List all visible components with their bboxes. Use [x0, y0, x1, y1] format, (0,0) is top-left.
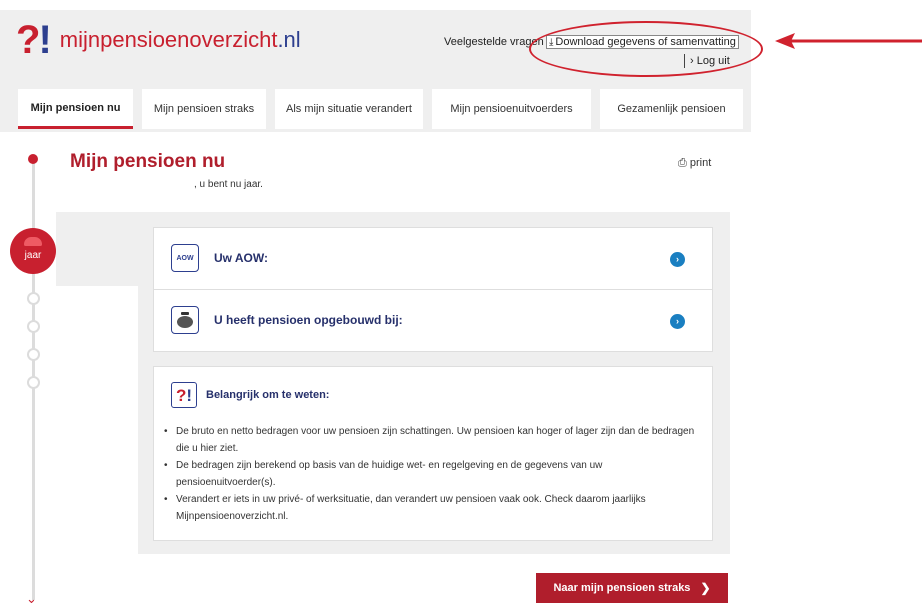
- chevron-right-icon[interactable]: ›: [670, 314, 685, 329]
- aow-icon: AOW: [171, 244, 199, 272]
- print-link[interactable]: ⎙ print: [678, 157, 711, 170]
- timeline-marker-label: jaar: [24, 250, 42, 261]
- chevron-right-icon[interactable]: ›: [670, 252, 685, 267]
- piggy-bank-icon: [171, 306, 199, 334]
- important-info-title: Belangrijk om te weten:: [206, 389, 330, 401]
- timeline-step[interactable]: [27, 348, 40, 361]
- next-pension-later-button[interactable]: Naar mijn pensioen straks ❯: [536, 573, 728, 603]
- important-info-list: De bruto en netto bedragen voor uw pensi…: [164, 423, 699, 525]
- list-item: Verandert er iets in uw privé- of werksi…: [164, 491, 699, 525]
- tab-gezamenlijk-pensioen[interactable]: Gezamenlijk pensioen: [600, 89, 743, 129]
- logout-link[interactable]: › Log uit: [690, 55, 730, 67]
- important-info-card: ?! Belangrijk om te weten: De bruto en n…: [153, 366, 713, 541]
- timeline-step[interactable]: [27, 376, 40, 389]
- tab-mijn-pensioen-straks[interactable]: Mijn pensioen straks: [142, 89, 266, 129]
- download-summary-label: Download gegevens of samenvatting: [555, 36, 736, 48]
- site-logo[interactable]: ?! mijnpensioenoverzicht.nl: [16, 18, 301, 62]
- question-exclamation-icon: ?!: [171, 382, 197, 408]
- timeline-chevron-down-icon: ⌄: [26, 591, 37, 606]
- tab-mijn-pensioen-nu[interactable]: Mijn pensioen nu: [18, 89, 133, 129]
- logout-divider: [684, 54, 685, 68]
- logo-wordmark: mijnpensioenoverzicht.nl: [59, 27, 301, 52]
- timeline-step[interactable]: [27, 320, 40, 333]
- list-item: De bedragen zijn berekend op basis van d…: [164, 457, 699, 491]
- pension-providers-row[interactable]: U heeft pensioen opgebouwd bij: ›: [153, 290, 713, 352]
- logo-mark-icon: ?!: [16, 18, 52, 62]
- faq-link[interactable]: Veelgestelde vragen: [444, 36, 544, 48]
- chevron-right-icon: ❯: [700, 581, 711, 595]
- tab-pensioenuitvoerders[interactable]: Mijn pensioenuitvoerders: [432, 89, 591, 129]
- printer-icon: ⎙: [678, 157, 687, 169]
- timeline-step[interactable]: [27, 292, 40, 305]
- main-tabs: Mijn pensioen nu Mijn pensioen straks Al…: [18, 89, 752, 129]
- download-summary-link[interactable]: ⤓ Download gegevens of samenvatting: [546, 35, 739, 49]
- download-icon: ⤓: [549, 37, 554, 48]
- aow-label: Uw AOW:: [214, 251, 268, 265]
- pension-providers-label: U heeft pensioen opgebouwd bij:: [214, 313, 403, 327]
- list-item: De bruto en netto bedragen voor uw pensi…: [164, 423, 699, 457]
- content-background-tab: [56, 212, 138, 286]
- aow-row[interactable]: AOW Uw AOW: ›: [153, 227, 713, 290]
- age-subtitle: , u bent nu jaar.: [194, 179, 263, 190]
- print-label: print: [689, 157, 712, 169]
- next-button-label: Naar mijn pensioen straks: [553, 582, 691, 594]
- hat-icon: [24, 237, 42, 246]
- tab-situatie-verandert[interactable]: Als mijn situatie verandert: [275, 89, 423, 129]
- timeline-age-marker[interactable]: jaar: [10, 228, 56, 274]
- annotation-arrow-icon: [775, 33, 922, 49]
- timeline-current-dot: [28, 154, 38, 164]
- page-title: Mijn pensioen nu: [70, 151, 226, 172]
